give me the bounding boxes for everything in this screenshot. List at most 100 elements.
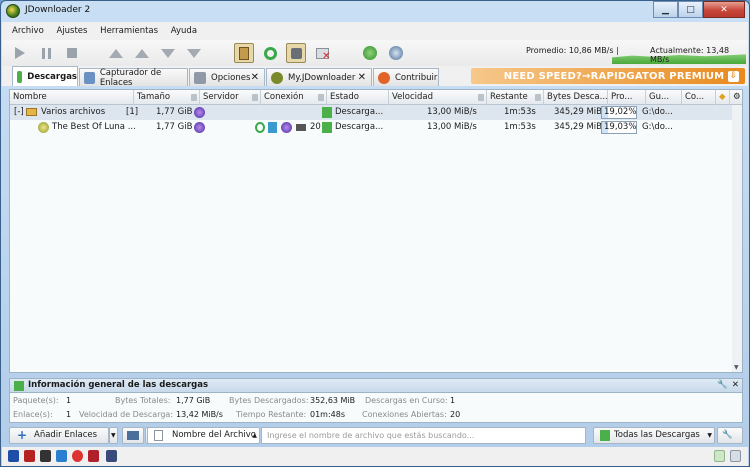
tab-myjdownloader[interactable]: My.JDownloader ✕ [266, 68, 372, 86]
wrench-icon: 🔧 [722, 430, 733, 440]
rapidgator-banner[interactable]: NEED SPEED?→RAPIDGATOR PREMIUM ⇩ [471, 68, 745, 84]
wrench-icon [194, 71, 206, 84]
app-window: JDownloader 2 ▁ □ ✕ Archivo Ajustes Herr… [0, 0, 750, 467]
col-conexion[interactable]: Conexión [261, 90, 327, 105]
tab-opciones[interactable]: Opciones ✕ [189, 68, 265, 86]
move-down-icon[interactable] [158, 43, 178, 63]
col-tamano[interactable]: Tamaño [134, 90, 200, 105]
maximize-button[interactable]: □ [678, 1, 703, 18]
menu-ayuda[interactable]: Ayuda [171, 26, 197, 36]
download-arrow-icon [14, 381, 24, 391]
lock-icon [478, 94, 484, 101]
file-connections: 20 [310, 122, 321, 132]
close-window-button[interactable]: ✕ [703, 1, 745, 18]
col-bytes[interactable]: Bytes Desca... [544, 90, 608, 105]
filter-dropdown[interactable]: Todas las Descargas ▼ [593, 427, 715, 444]
menu-bar: Archivo Ajustes Herramientas Ayuda [2, 22, 748, 40]
wrench-icon[interactable]: 🔧 [717, 379, 728, 392]
search-input[interactable]: Ingrese el nombre de archivo que estás b… [261, 427, 586, 444]
menu-ajustes[interactable]: Ajustes [56, 26, 87, 36]
extension-icon[interactable] [88, 450, 99, 462]
menu-archivo[interactable]: Archivo [12, 26, 44, 36]
package-folder-icon [26, 108, 37, 116]
col-comentario[interactable]: Co... [682, 90, 716, 105]
tray-icon[interactable] [714, 450, 725, 462]
col-velocidad[interactable]: Velocidad [389, 90, 487, 105]
file-type-icon [38, 122, 49, 133]
move-up-icon[interactable] [132, 43, 152, 63]
extension-icon[interactable] [72, 450, 83, 462]
average-speed: Promedio: 10,86 MB/s | [526, 46, 619, 55]
host-icon [194, 107, 205, 118]
settings-menu-button[interactable]: 🔧 [717, 427, 743, 444]
package-row[interactable]: [-] Varios archivos [1] 1,77 GiB Descarg… [10, 105, 734, 120]
chunk-icon [268, 122, 277, 133]
package-remaining: 1m:53s [504, 107, 536, 117]
package-name: Varios archivos [41, 107, 106, 117]
search-field-select[interactable]: Nombre del Archivo ▲ [147, 427, 260, 444]
speed-meter: Promedio: 10,86 MB/s | Actualmente: 13,4… [526, 43, 746, 64]
update-icon[interactable] [360, 43, 380, 63]
col-nombre[interactable]: Nombre [10, 90, 134, 105]
tab-contribuir[interactable]: Contribuir [373, 68, 439, 86]
table-scrollbar[interactable]: ▼ [732, 105, 742, 372]
collapse-toggle[interactable]: [-] [14, 105, 24, 120]
download-arrow-icon [17, 70, 23, 83]
table-settings-icon[interactable]: ⚙ [730, 90, 742, 105]
downloads-table: Nombre Tamaño Servidor Conexión Estado V… [9, 89, 743, 373]
download-arrow-icon [600, 430, 610, 441]
minimize-button[interactable]: ▁ [653, 1, 678, 18]
file-icon [154, 430, 163, 441]
menu-herramientas[interactable]: Herramientas [100, 26, 158, 36]
tab-descargas[interactable]: Descargas [12, 66, 78, 86]
settings-globe-icon[interactable] [386, 43, 406, 63]
package-status: Descarga... [335, 107, 384, 117]
scroll-down-icon[interactable]: ▼ [734, 364, 739, 371]
calendar-icon[interactable] [122, 427, 144, 444]
extension-icon[interactable] [24, 450, 35, 462]
pause-icon[interactable] [36, 43, 56, 63]
chevron-down-icon: ▲ [252, 432, 257, 439]
info-speed: 13,42 MiB/s [176, 410, 223, 419]
close-panel-icon[interactable]: ✕ [732, 379, 739, 392]
package-folder: G:\do... [642, 107, 673, 117]
tab-capturador[interactable]: Capturador de Enlaces [79, 68, 188, 88]
extension-icon[interactable] [40, 450, 51, 462]
col-progreso[interactable]: Pro... [608, 90, 646, 105]
info-open-connections: 20 [450, 410, 461, 419]
file-speed: 13,00 MiB/s [427, 122, 477, 132]
tray-icon[interactable] [730, 450, 741, 462]
download-arrow-icon [322, 107, 332, 118]
close-tab-icon[interactable]: ✕ [251, 72, 259, 83]
move-top-icon[interactable] [106, 43, 126, 63]
play-icon[interactable] [10, 43, 30, 63]
info-panel: Paquete(s): 1 Enlace(s): 1 Bytes Totales: 1… [9, 393, 743, 423]
extension-icon[interactable] [8, 450, 19, 462]
col-estado[interactable]: Estado [327, 90, 389, 105]
download-arrow-icon [322, 122, 332, 133]
extension-icon[interactable] [106, 450, 117, 462]
move-bottom-icon[interactable] [184, 43, 204, 63]
col-servidor[interactable]: Servidor [200, 90, 261, 105]
package-size: 1,77 GiB [156, 107, 193, 117]
clipboard-monitor-icon[interactable] [234, 43, 254, 63]
col-restante[interactable]: Restante [487, 90, 544, 105]
myjd-icon [271, 71, 283, 84]
file-name: The Best Of Luna ... [52, 122, 136, 132]
info-packages: 1 [66, 396, 72, 405]
premium-toggle-icon[interactable] [286, 43, 306, 63]
close-tab-icon[interactable]: ✕ [358, 72, 366, 83]
stop-icon[interactable] [62, 43, 82, 63]
file-row[interactable]: The Best Of Luna ... 1,77 GiB 20 Descarg… [10, 120, 734, 135]
table-header: Nombre Tamaño Servidor Conexión Estado V… [10, 90, 742, 105]
title-bar[interactable]: JDownloader 2 ▁ □ ✕ [1, 1, 749, 21]
add-links-dropdown[interactable]: ▼ [109, 427, 118, 444]
extension-icon[interactable] [56, 450, 67, 462]
info-running: 1 [450, 396, 456, 405]
column-chooser-icon[interactable]: ◆ [716, 90, 730, 105]
silent-mode-icon[interactable]: ✕ [312, 43, 332, 63]
col-guardar[interactable]: Gu... [646, 90, 682, 105]
info-panel-header: Información general de las descargas 🔧 ✕ [9, 378, 743, 393]
reconnect-icon[interactable] [260, 43, 280, 63]
add-links-button[interactable]: + Añadir Enlaces [9, 427, 109, 444]
